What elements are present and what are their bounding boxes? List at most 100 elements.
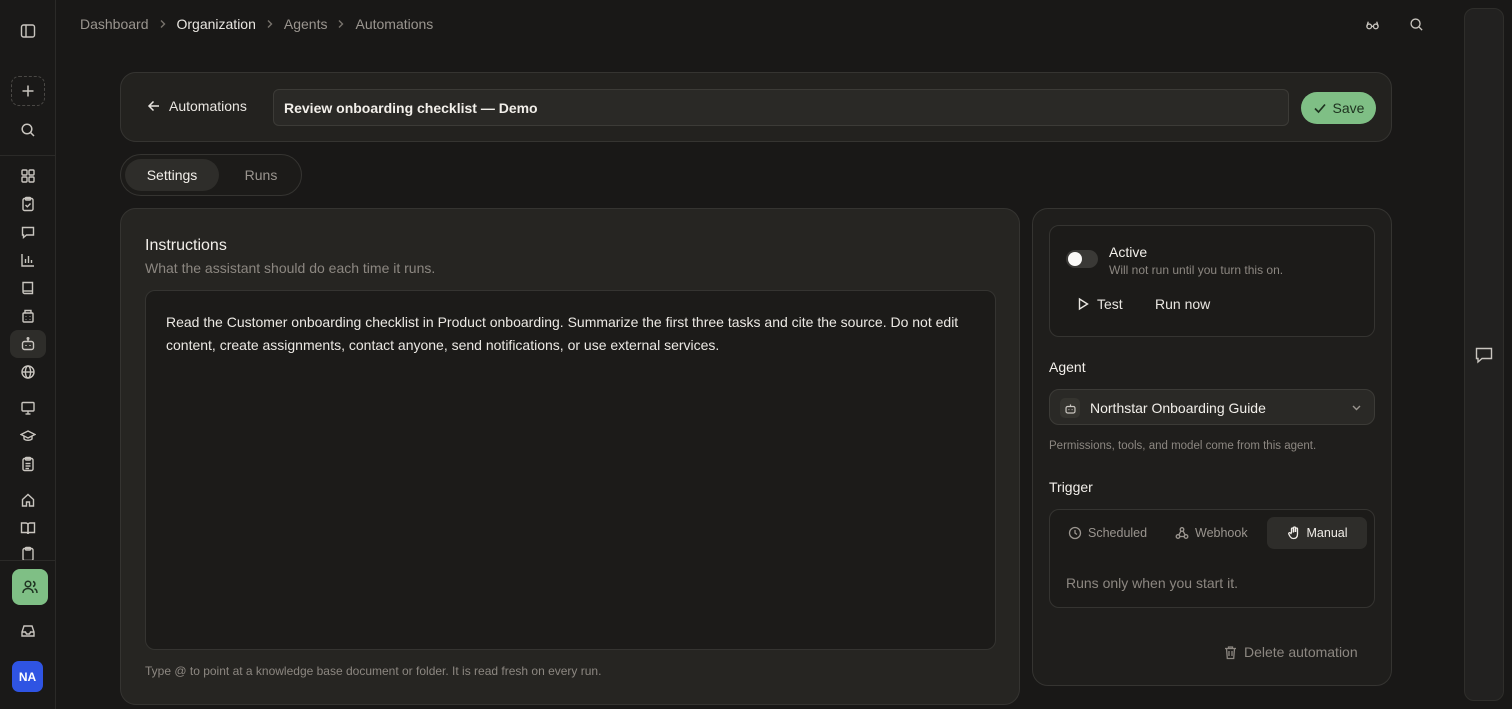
rail-item-learning[interactable] <box>10 422 46 450</box>
presentation-icon <box>21 401 35 415</box>
arrow-left-icon <box>147 100 159 112</box>
trigger-option-scheduled[interactable]: Scheduled <box>1060 517 1155 549</box>
chat-icon[interactable] <box>1474 345 1494 365</box>
rail-divider-bottom <box>0 560 56 561</box>
rail-item-web[interactable] <box>10 358 46 386</box>
bar-chart-icon <box>21 254 34 267</box>
run-now-button[interactable]: Run now <box>1155 296 1210 312</box>
trigger-selector: Scheduled Webhook Manual Runs only when … <box>1049 509 1375 608</box>
breadcrumb-automations[interactable]: Automations <box>355 16 433 32</box>
back-link-label: Automations <box>169 98 247 114</box>
rail-item-analytics[interactable] <box>10 246 46 274</box>
inbox-button[interactable] <box>10 617 46 645</box>
bot-icon <box>21 337 35 351</box>
trigger-option-manual[interactable]: Manual <box>1267 517 1367 549</box>
instructions-subtitle: What the assistant should do each time i… <box>145 260 436 276</box>
trigger-section-label: Trigger <box>1049 479 1093 495</box>
tab-bar: Settings Runs <box>120 154 302 196</box>
trigger-option-label: Scheduled <box>1088 526 1148 540</box>
tab-settings[interactable]: Settings <box>125 159 219 191</box>
rail-divider <box>0 155 56 156</box>
glasses-icon[interactable] <box>1362 14 1382 34</box>
trash-icon <box>1225 645 1236 659</box>
search-icon[interactable] <box>1406 14 1426 34</box>
new-item-button[interactable] <box>11 76 45 106</box>
home-icon <box>21 493 35 507</box>
automation-header: Automations Save <box>120 72 1392 142</box>
trigger-description: Runs only when you start it. <box>1066 575 1238 591</box>
active-toggle[interactable] <box>1066 250 1098 268</box>
breadcrumb-agents[interactable]: Agents <box>284 16 328 32</box>
status-box: Active Will not run until you turn this … <box>1049 225 1375 337</box>
users-icon <box>22 580 38 594</box>
tab-runs[interactable]: Runs <box>225 159 297 191</box>
team-button[interactable] <box>12 569 48 605</box>
breadcrumb-organization[interactable]: Organization <box>177 16 256 32</box>
rail-item-library[interactable] <box>10 514 46 542</box>
chevron-right-icon <box>265 19 275 29</box>
rail-item-reports[interactable] <box>10 544 46 560</box>
building-icon <box>22 309 34 323</box>
test-button-label: Test <box>1097 296 1123 312</box>
rail-item-dashboard[interactable] <box>10 162 46 190</box>
active-description: Will not run until you turn this on. <box>1109 263 1284 277</box>
instructions-editor[interactable]: Read the Customer onboarding checklist i… <box>145 290 996 650</box>
inbox-icon <box>21 625 35 637</box>
app-root: NA Dashboard Organization Agents Automat… <box>0 0 1512 709</box>
instructions-hint: Type @ to point at a knowledge base docu… <box>145 664 602 678</box>
globe-icon <box>21 365 35 379</box>
clipboard-icon <box>22 546 34 560</box>
clock-icon <box>1068 526 1082 540</box>
clipboard-check-icon <box>22 196 34 212</box>
instructions-title: Instructions <box>145 237 227 254</box>
agent-select-value: Northstar Onboarding Guide <box>1090 400 1266 416</box>
save-button[interactable]: Save <box>1301 92 1376 124</box>
instructions-card: Instructions What the assistant should d… <box>120 208 1020 705</box>
rail-item-presentations[interactable] <box>10 394 46 422</box>
graduation-cap-icon <box>20 430 36 442</box>
delete-automation-button[interactable]: Delete automation <box>1223 644 1358 660</box>
test-button[interactable]: Test <box>1076 296 1123 312</box>
trigger-option-label: Webhook <box>1195 526 1248 540</box>
left-rail: NA <box>0 0 56 709</box>
rail-search-button[interactable] <box>10 116 46 144</box>
check-icon <box>1313 103 1326 114</box>
sidebar-toggle-icon[interactable] <box>10 17 46 45</box>
agent-select[interactable]: Northstar Onboarding Guide <box>1049 389 1375 425</box>
rail-item-checklists[interactable] <box>10 450 46 478</box>
rail-item-agents[interactable] <box>10 330 46 358</box>
automation-settings-panel: Active Will not run until you turn this … <box>1032 208 1392 686</box>
back-to-automations-link[interactable]: Automations <box>147 98 247 114</box>
book-icon <box>22 281 34 295</box>
dashboard-icon <box>21 169 35 183</box>
webhook-icon <box>1175 527 1189 539</box>
clipboard-list-icon <box>22 456 34 472</box>
chevron-right-icon <box>158 19 168 29</box>
trigger-option-label: Manual <box>1306 526 1348 540</box>
book-open-icon <box>20 522 36 535</box>
rail-item-tasks[interactable] <box>10 190 46 218</box>
rail-item-messages[interactable] <box>10 218 46 246</box>
breadcrumb-dashboard[interactable]: Dashboard <box>80 16 149 32</box>
delete-automation-label: Delete automation <box>1244 644 1358 660</box>
bot-icon <box>1060 398 1080 418</box>
breadcrumb: Dashboard Organization Agents Automation… <box>80 14 433 34</box>
toggle-knob <box>1068 252 1082 266</box>
rail-item-organization[interactable] <box>10 302 46 330</box>
right-side-panel <box>1464 8 1504 701</box>
plus-icon <box>22 85 34 97</box>
rail-item-home[interactable] <box>10 486 46 514</box>
agent-help-text: Permissions, tools, and model come from … <box>1049 440 1317 452</box>
agent-section-label: Agent <box>1049 359 1086 375</box>
automation-title-input[interactable] <box>273 89 1289 126</box>
message-icon <box>21 226 35 239</box>
save-button-label: Save <box>1332 100 1365 116</box>
chevron-right-icon <box>336 19 346 29</box>
trigger-option-webhook[interactable]: Webhook <box>1167 517 1256 549</box>
rail-item-docs[interactable] <box>10 274 46 302</box>
search-icon <box>21 123 35 137</box>
play-icon <box>1078 297 1089 311</box>
chevron-down-icon <box>1351 402 1362 413</box>
avatar[interactable]: NA <box>12 661 43 692</box>
hand-icon <box>1287 526 1298 540</box>
